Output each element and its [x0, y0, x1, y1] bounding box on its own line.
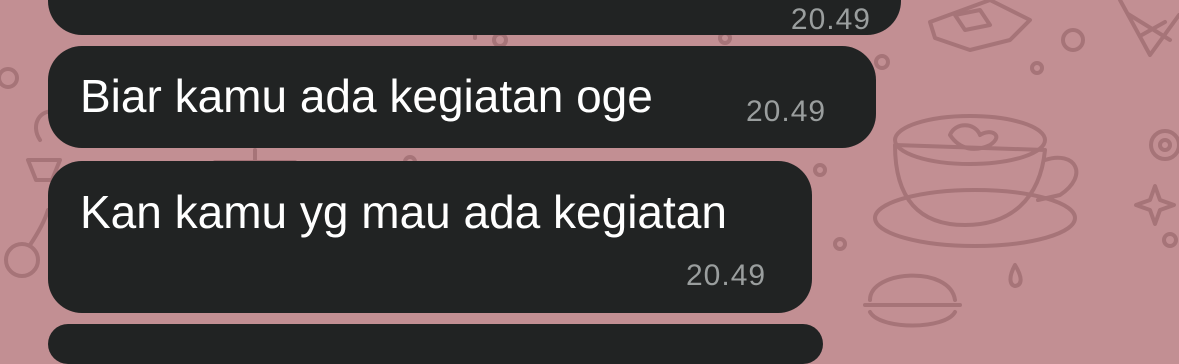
drop-icon: [1008, 263, 1023, 288]
bubble-dot-icon: [813, 163, 827, 177]
bubble-dot-icon: [1030, 61, 1044, 75]
macaron-icon: [863, 273, 962, 328]
message-timestamp: 20.49: [790, 3, 871, 36]
bubble-dot-icon: [1061, 28, 1085, 52]
bubble-dot-icon: [874, 54, 890, 70]
bubble-dot-icon: [492, 32, 508, 48]
bubble-dot-icon: [1162, 232, 1178, 248]
message-timestamp: 20.49: [746, 95, 827, 128]
message-text: Biar kamu ada kegiatan oge: [80, 70, 653, 122]
message-bubble[interactable]: [48, 324, 823, 364]
message-bubble[interactable]: 20.49: [48, 0, 901, 35]
message-timestamp: 20.49: [686, 259, 767, 292]
chocolate-bar-icon: [928, 0, 1032, 52]
ice-cream-cone-icon: [1118, 0, 1179, 57]
cherry-icon: [4, 208, 50, 278]
coffee-cup-icon: [873, 114, 1079, 248]
bubble-dot-icon: [833, 237, 847, 251]
message-text: Kan kamu yg mau ada kegiatan: [80, 186, 727, 238]
sparkle-icon: [1134, 184, 1176, 226]
bubble-dot-icon: [0, 67, 19, 89]
message-bubble[interactable]: Biar kamu ada kegiatan oge 20.49: [48, 46, 876, 148]
message-bubble[interactable]: Kan kamu yg mau ada kegiatan 20.49: [48, 161, 812, 313]
flower-icon: [1149, 129, 1179, 161]
